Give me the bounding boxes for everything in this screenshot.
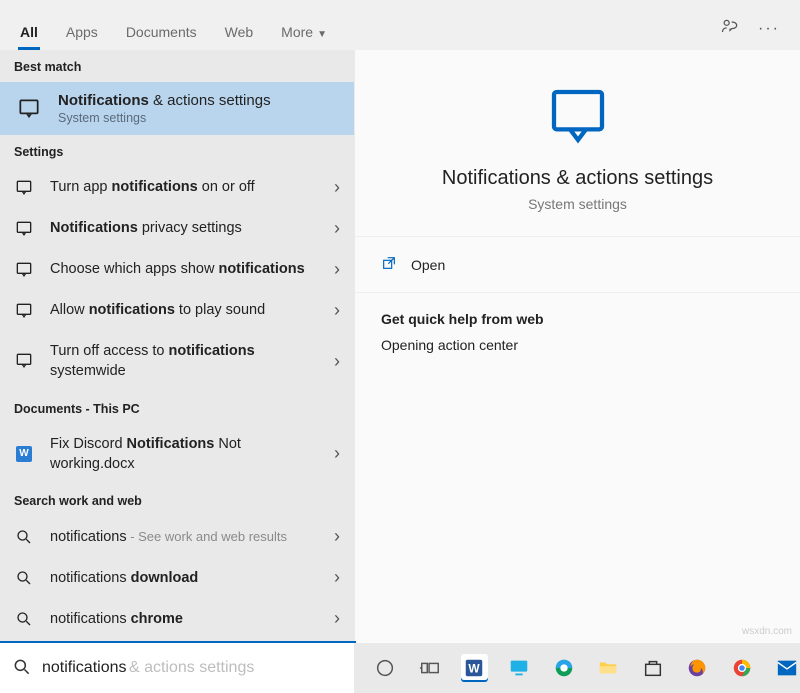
chevron-right-icon[interactable]: › xyxy=(334,218,340,239)
tab-web[interactable]: Web xyxy=(211,14,268,50)
help-link[interactable]: Opening action center xyxy=(381,337,774,353)
svg-text:W: W xyxy=(469,662,481,676)
web-result[interactable]: notifications - See work and web results… xyxy=(0,516,354,557)
firefox-icon[interactable] xyxy=(684,654,711,682)
web-label: Search work and web xyxy=(0,484,354,516)
document-result[interactable]: W Fix Discord Notifications Not working.… xyxy=(0,424,354,485)
settings-result[interactable]: Turn off access to notifications systemw… xyxy=(0,331,354,392)
search-icon xyxy=(14,610,34,628)
result-text: Turn app notifications on or off xyxy=(50,177,318,197)
tab-all[interactable]: All xyxy=(6,14,52,50)
store-icon[interactable] xyxy=(640,654,667,682)
result-text: Fix Discord Notifications Not working.do… xyxy=(50,434,318,475)
notification-icon xyxy=(14,260,34,280)
search-input[interactable] xyxy=(42,659,342,677)
word-doc-icon: W xyxy=(14,446,34,462)
web-result[interactable]: notifications download › xyxy=(0,557,354,598)
chevron-right-icon[interactable]: › xyxy=(334,608,340,629)
result-text: notifications - See work and web results xyxy=(50,527,318,547)
chevron-right-icon[interactable]: › xyxy=(334,300,340,321)
result-text: notifications download xyxy=(50,568,318,588)
chevron-right-icon[interactable]: › xyxy=(334,351,340,372)
settings-result[interactable]: Allow notifications to play sound › xyxy=(0,290,354,331)
top-tabs: All Apps Documents Web More▼ ··· xyxy=(0,0,800,50)
task-view-icon[interactable] xyxy=(417,654,444,682)
preview-title: Notifications & actions settings xyxy=(375,167,780,190)
open-label: Open xyxy=(411,257,445,273)
settings-result[interactable]: Choose which apps show notifications › xyxy=(0,249,354,290)
preview-sub: System settings xyxy=(375,196,780,212)
documents-label: Documents - This PC xyxy=(0,392,354,424)
settings-result[interactable]: Turn app notifications on or off › xyxy=(0,167,354,208)
notification-icon xyxy=(14,178,34,198)
results-pane: Best match Notifications & actions setti… xyxy=(0,50,354,643)
chevron-right-icon[interactable]: › xyxy=(334,567,340,588)
tab-documents[interactable]: Documents xyxy=(112,14,211,50)
tab-more[interactable]: More▼ xyxy=(267,14,341,50)
mail-icon[interactable] xyxy=(773,654,800,682)
chevron-right-icon[interactable]: › xyxy=(334,526,340,547)
best-match-sub: System settings xyxy=(58,111,340,125)
result-text: Turn off access to notifications systemw… xyxy=(50,341,318,382)
best-match-result[interactable]: Notifications & actions settings System … xyxy=(0,82,354,135)
open-icon xyxy=(381,255,397,274)
chevron-right-icon[interactable]: › xyxy=(334,443,340,464)
notification-icon xyxy=(14,301,34,321)
result-text: Notifications privacy settings xyxy=(50,218,318,238)
word-icon[interactable]: W xyxy=(461,654,488,682)
search-box[interactable]: notifications & actions settings xyxy=(0,643,354,693)
best-match-title: Notifications & actions settings xyxy=(58,92,340,109)
open-action[interactable]: Open xyxy=(355,237,800,293)
notification-icon xyxy=(14,96,44,122)
watermark: wsxdn.com xyxy=(742,626,792,637)
notification-icon xyxy=(14,351,34,371)
file-explorer-icon[interactable] xyxy=(595,654,622,682)
settings-result[interactable]: Notifications privacy settings › xyxy=(0,208,354,249)
best-match-label: Best match xyxy=(0,50,354,82)
feedback-icon[interactable] xyxy=(720,17,740,40)
search-icon xyxy=(14,569,34,587)
taskbar: W xyxy=(354,643,800,693)
result-text: notifications chrome xyxy=(50,609,318,629)
help-title: Get quick help from web xyxy=(381,311,774,327)
more-icon[interactable]: ··· xyxy=(758,20,780,38)
notification-icon xyxy=(14,219,34,239)
edge-icon[interactable] xyxy=(550,654,577,682)
chrome-icon[interactable] xyxy=(729,654,756,682)
search-icon xyxy=(14,528,34,546)
search-icon xyxy=(12,657,32,680)
chevron-right-icon[interactable]: › xyxy=(334,177,340,198)
result-text: Choose which apps show notifications xyxy=(50,259,318,279)
preview-icon xyxy=(546,135,610,151)
tab-apps[interactable]: Apps xyxy=(52,14,112,50)
preview-pane: Notifications & actions settings System … xyxy=(354,50,800,643)
web-result[interactable]: notifications chrome › xyxy=(0,598,354,639)
result-text: Allow notifications to play sound xyxy=(50,300,318,320)
chevron-right-icon[interactable]: › xyxy=(334,259,340,280)
monitor-icon[interactable] xyxy=(506,654,533,682)
cortana-icon[interactable] xyxy=(372,654,399,682)
settings-label: Settings xyxy=(0,135,354,167)
